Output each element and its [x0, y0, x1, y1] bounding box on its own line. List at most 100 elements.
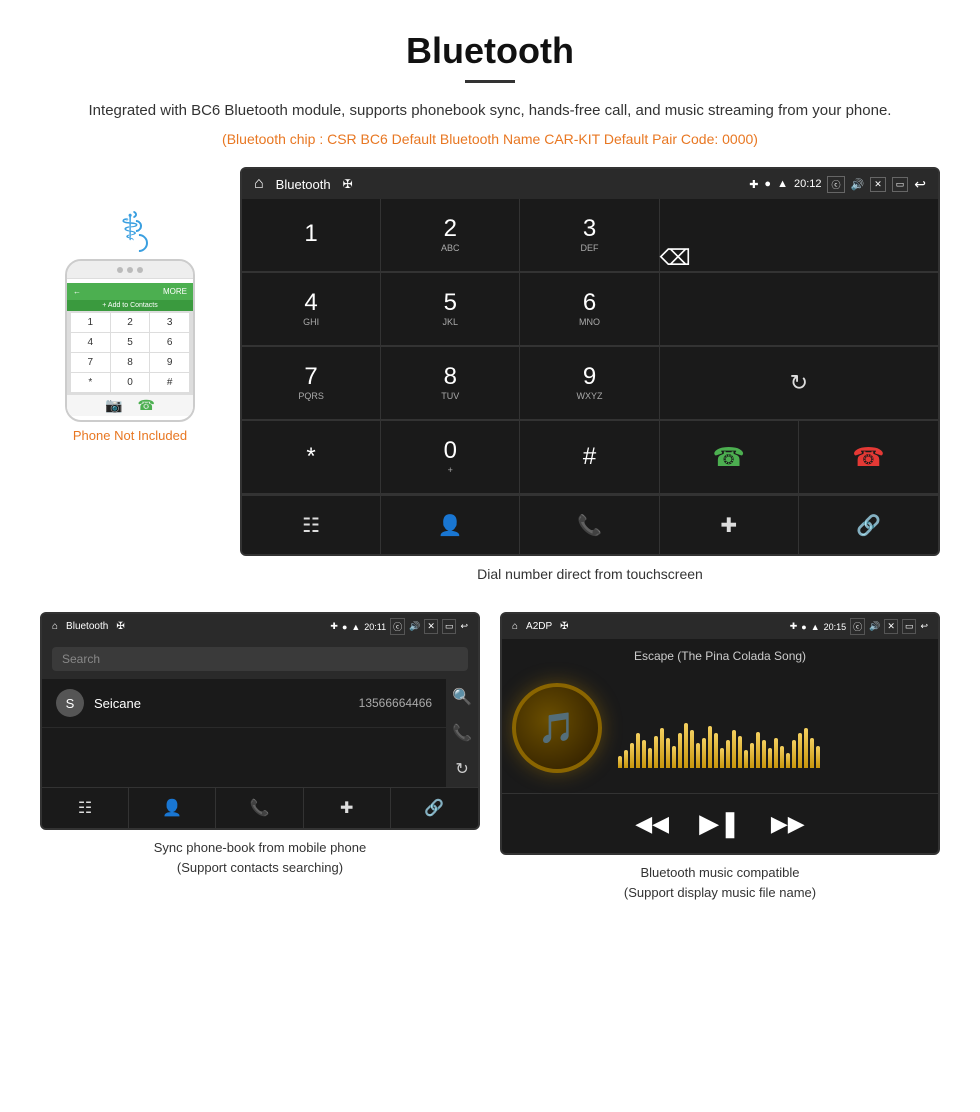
key-0[interactable]: 0 + [381, 421, 520, 494]
eq-bar [780, 746, 784, 768]
key-1[interactable]: 1 [242, 199, 381, 272]
page-description: Integrated with BC6 Bluetooth module, su… [60, 99, 920, 123]
time-music: 20:15 [824, 622, 847, 632]
eq-bar [678, 733, 682, 768]
phone-call-icon[interactable]: ☎ [713, 442, 745, 473]
key-9[interactable]: 9 WXYZ [520, 347, 659, 420]
eq-bar [648, 748, 652, 768]
album-art: 🎵 [512, 683, 602, 773]
page-header: Bluetooth Integrated with BC6 Bluetooth … [0, 0, 980, 157]
key-star[interactable]: * [242, 421, 381, 494]
music-status-left: ⌂ A2DP ✠ [512, 621, 569, 632]
key-8[interactable]: 8 TUV [381, 347, 520, 420]
call-red-button[interactable]: ☎ [799, 421, 938, 494]
key-3[interactable]: 3 DEF [520, 199, 659, 272]
call-side-icon[interactable]: 📞 [452, 723, 472, 743]
camera-icon[interactable]: ⓒ [827, 176, 844, 193]
eq-bar [654, 736, 658, 768]
dialpad-row-4: * 0 + # ☎ ☎ [242, 421, 938, 495]
home-icon-music[interactable]: ⌂ [512, 621, 518, 632]
bluetooth-specs: (Bluetooth chip : CSR BC6 Default Blueto… [60, 131, 920, 147]
eq-bar [624, 750, 628, 768]
display-backspace[interactable]: ⌫ [660, 199, 938, 272]
home-icon-mini[interactable]: ⌂ [52, 621, 58, 632]
window-mini[interactable]: ▭ [442, 619, 457, 634]
phone-top-bar [67, 261, 193, 279]
close-music[interactable]: ✕ [884, 619, 898, 634]
mini-nav-contacts[interactable]: 👤 [129, 788, 216, 828]
eq-bar [720, 748, 724, 768]
main-content: ⚕ ← MORE + Add to Contacts [0, 157, 980, 592]
mini-nav-phone[interactable]: 📞 [216, 788, 303, 828]
prev-track-button[interactable]: ◀◀ [635, 811, 669, 837]
back-icon[interactable]: ↩ [914, 176, 926, 193]
bottom-nav-bar: ☷ 👤 📞 ✚ 🔗 [242, 495, 938, 554]
location-mini: ● [342, 622, 347, 632]
backspace-icon[interactable]: ⌫ [660, 245, 691, 271]
eq-bar [726, 740, 730, 768]
back-music[interactable]: ↩ [920, 621, 928, 632]
phone-hangup-icon[interactable]: ☎ [852, 442, 884, 473]
dialpad-row-3: 7 PQRS 8 TUV 9 WXYZ ↻ [242, 347, 938, 421]
nav-bluetooth[interactable]: ✚ [660, 496, 799, 554]
mini-nav-link[interactable]: 🔗 [391, 788, 478, 828]
search-side-icon[interactable]: 🔍 [452, 687, 472, 707]
dialpad-row-1: 1 2 ABC 3 DEF ⌫ [242, 199, 938, 273]
call-green-button[interactable]: ☎ [660, 421, 799, 494]
key-4[interactable]: 4 GHI [242, 273, 381, 346]
phone-add-contacts: + Add to Contacts [67, 300, 193, 311]
key-hash[interactable]: # [520, 421, 659, 494]
search-bar[interactable]: Search [52, 647, 468, 671]
key-5[interactable]: 5 JKL [381, 273, 520, 346]
contact-item[interactable]: S Seicane 13566664466 [42, 679, 446, 728]
phone-keypad: 123 456 789 *0# [67, 311, 193, 394]
close-mini[interactable]: ✕ [424, 619, 438, 634]
eq-bar [666, 738, 670, 768]
key-2[interactable]: 2 ABC [381, 199, 520, 272]
camera-mini[interactable]: ⓒ [390, 618, 405, 635]
music-title: Escape (The Pina Colada Song) [512, 649, 928, 663]
phone-not-included-label: Phone Not Included [73, 428, 187, 443]
eq-bar [768, 748, 772, 768]
eq-bar [810, 738, 814, 768]
contacts-caption: Sync phone-book from mobile phone (Suppo… [40, 838, 480, 877]
nav-phone[interactable]: 📞 [520, 496, 659, 554]
bottom-row: ⌂ Bluetooth ✠ ✚ ● ▲ 20:11 ⓒ 🔊 ✕ ▭ ↩ [0, 592, 980, 912]
dialpad-reload[interactable]: ↻ [660, 347, 938, 420]
nav-link[interactable]: 🔗 [799, 496, 938, 554]
volume-icon[interactable]: 🔊 [851, 178, 865, 191]
window-icon[interactable]: ▭ [892, 177, 909, 192]
eq-bar [756, 732, 760, 768]
window-music[interactable]: ▭ [902, 619, 917, 634]
nav-dialpad[interactable]: ☷ [242, 496, 381, 554]
refresh-side-icon[interactable]: ↻ [455, 759, 468, 779]
next-track-button[interactable]: ▶▶ [771, 811, 805, 837]
play-pause-button[interactable]: ▶❚ [699, 808, 741, 839]
phone-bottom-bar: 📷 ☎ [67, 394, 193, 416]
reload-icon[interactable]: ↻ [790, 370, 808, 396]
nav-contacts[interactable]: 👤 [381, 496, 520, 554]
key-6[interactable]: 6 MNO [520, 273, 659, 346]
volume-mini[interactable]: 🔊 [409, 621, 420, 632]
back-mini[interactable]: ↩ [460, 621, 468, 632]
key-7[interactable]: 7 PQRS [242, 347, 381, 420]
contacts-side-icons: 🔍 📞 ↻ [446, 679, 478, 787]
home-icon[interactable]: ⌂ [254, 175, 264, 193]
contact-name: Seicane [94, 696, 359, 711]
eq-bar [738, 736, 742, 768]
equalizer-visual [618, 688, 928, 768]
time: 20:12 [794, 178, 822, 190]
camera-music[interactable]: ⓒ [850, 618, 865, 635]
mini-nav-bluetooth[interactable]: ✚ [304, 788, 391, 828]
music-status-right: ✚ ● ▲ 20:15 ⓒ 🔊 ✕ ▭ ↩ [790, 618, 928, 635]
eq-bar [774, 738, 778, 768]
contacts-app-name: Bluetooth [66, 621, 108, 632]
android-status-bar: ⌂ Bluetooth ✠ ✚ ● ▲ 20:12 ⓒ 🔊 ✕ ▭ ↩ [242, 169, 938, 199]
eq-bar [792, 740, 796, 768]
eq-bar [714, 733, 718, 768]
eq-bar [702, 738, 706, 768]
music-caption: Bluetooth music compatible (Support disp… [500, 863, 940, 902]
close-icon[interactable]: ✕ [870, 177, 886, 192]
mini-nav-dialpad[interactable]: ☷ [42, 788, 129, 828]
volume-music[interactable]: 🔊 [869, 621, 880, 632]
